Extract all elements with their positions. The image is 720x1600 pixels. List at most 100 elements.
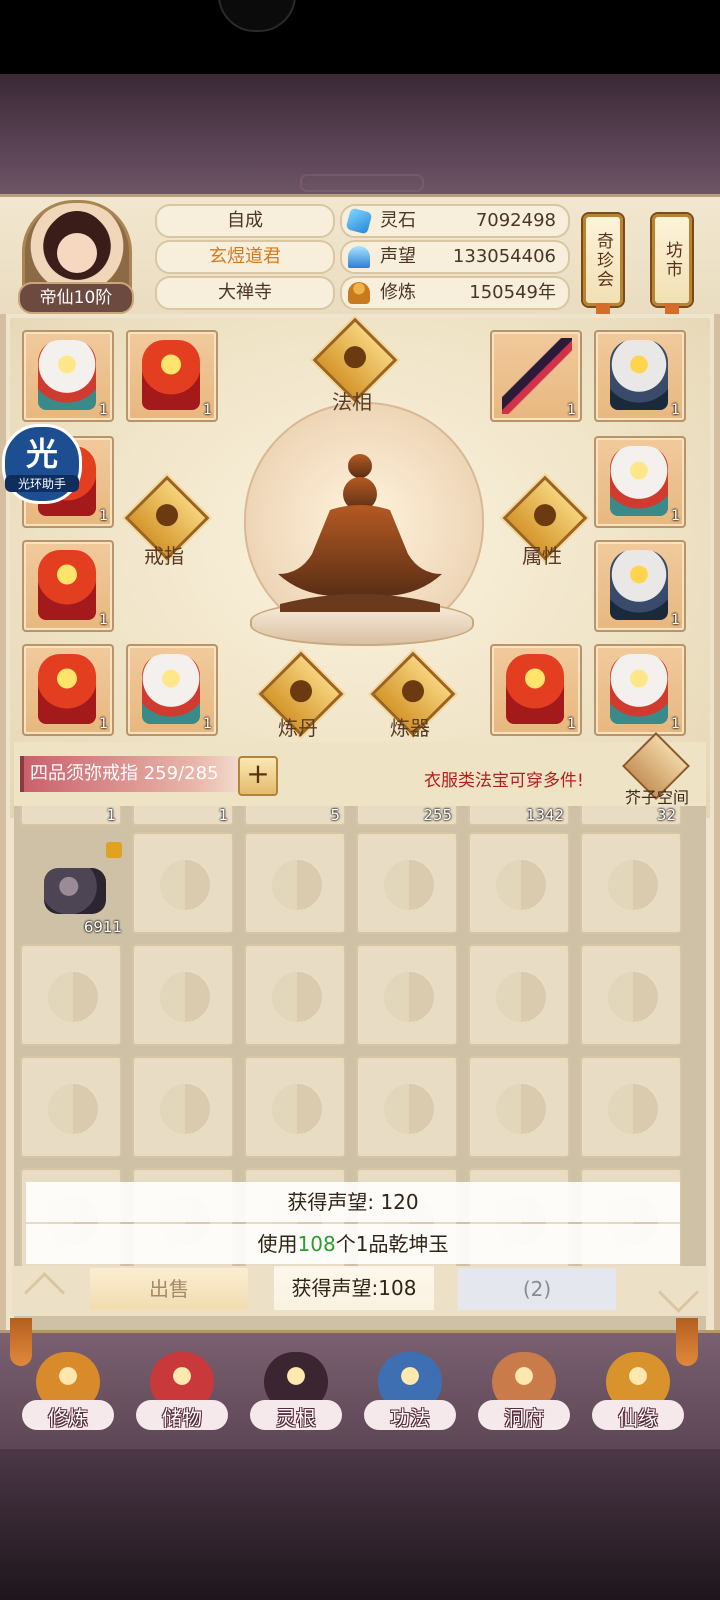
nav-item-label: 储物 — [162, 1406, 202, 1430]
yin-yang-icon — [272, 972, 322, 1022]
inventory-slot[interactable] — [356, 1056, 458, 1158]
rank-badge: 帝仙10阶 — [18, 282, 134, 314]
market-label: 坊市 — [662, 241, 682, 279]
nav-item-label: 仙缘 — [618, 1406, 658, 1430]
inventory-slot[interactable] — [580, 832, 682, 934]
ring-button[interactable]: 戒指 — [124, 475, 210, 568]
sell-button[interactable]: 出售 — [90, 1268, 248, 1310]
expand-capacity-button[interactable]: + — [238, 756, 278, 796]
equip-slot[interactable]: 1 — [22, 540, 114, 632]
inventory-slot[interactable] — [20, 944, 122, 1046]
yin-yang-icon — [384, 1084, 434, 1134]
nav-item-4[interactable]: 洞府 — [472, 1350, 576, 1442]
equip-item-art — [38, 550, 96, 620]
item-count: 255 — [423, 806, 452, 824]
yin-yang-icon — [272, 860, 322, 910]
item-qty: 1 — [567, 716, 576, 732]
nav-item-5[interactable]: 仙缘 — [586, 1350, 690, 1442]
yin-yang-icon — [608, 1084, 658, 1134]
resource-value: 150549年 — [469, 282, 556, 303]
toast-prefix: 使用 — [257, 1232, 298, 1256]
equip-slot[interactable]: 1 — [22, 330, 114, 422]
jiezi-space-label: 芥子空间 — [624, 788, 689, 807]
lock-icon — [106, 842, 122, 858]
inventory-slot[interactable] — [244, 944, 346, 1046]
item-count: 1 — [106, 806, 116, 824]
rare-market-button[interactable]: 奇珍会 — [583, 214, 623, 327]
equip-item-art — [502, 338, 572, 414]
inventory-slot[interactable] — [580, 1056, 682, 1158]
player-title[interactable]: 玄煜道君 — [155, 240, 335, 274]
inventory-slot[interactable] — [244, 832, 346, 934]
inventory-slot[interactable] — [132, 1056, 234, 1158]
nav-item-label: 洞府 — [504, 1406, 544, 1430]
equip-slot[interactable]: 1 — [22, 644, 114, 736]
inventory-slot[interactable] — [132, 832, 234, 934]
helper-badge-glyph: 光 — [25, 435, 58, 473]
equip-slot[interactable]: 1 — [594, 330, 686, 422]
nav-item-0[interactable]: 修炼 — [16, 1350, 120, 1442]
inventory-slot[interactable] — [468, 944, 570, 1046]
inventory-slot[interactable] — [356, 944, 458, 1046]
equip-slot[interactable]: 1 — [126, 330, 218, 422]
yin-yang-icon — [48, 972, 98, 1022]
equip-slot[interactable]: 1 — [594, 644, 686, 736]
nav-item-1[interactable]: 储物 — [130, 1350, 234, 1442]
inventory-slot[interactable] — [580, 944, 682, 1046]
toast-suffix: 个1品乾坤玉 — [335, 1232, 449, 1256]
inventory-slot[interactable] — [244, 1056, 346, 1158]
equip-item-art — [142, 654, 200, 724]
helper-badge-icon[interactable]: 光 光环助手 — [2, 424, 82, 504]
toast-reputation-2: 获得声望:108 — [274, 1266, 434, 1310]
cultivation-meditate-icon — [348, 282, 370, 304]
resource-value: 7092498 — [475, 210, 556, 231]
toast-number: 108 — [297, 1232, 336, 1256]
yin-yang-icon — [608, 860, 658, 910]
alchemy-button[interactable]: 炼丹 — [258, 651, 344, 744]
equip-slot[interactable]: 1 — [594, 436, 686, 528]
item-qty: 1 — [567, 402, 576, 418]
equip-item-art — [610, 550, 668, 620]
yin-yang-icon — [384, 860, 434, 910]
yin-yang-icon — [160, 1084, 210, 1134]
equip-slot[interactable]: 1 — [490, 644, 582, 736]
yin-yang-icon — [48, 1084, 98, 1134]
ring-label: 戒指 — [144, 544, 184, 568]
forge-button[interactable]: 炼器 — [370, 651, 456, 744]
nav-item-2[interactable]: 灵根 — [244, 1350, 348, 1442]
equip-notice: 衣服类法宝可穿多件! — [424, 771, 584, 791]
spirit-stone-icon — [345, 207, 373, 235]
item-qty: 1 — [99, 612, 108, 628]
player-sect[interactable]: 大禅寺 — [155, 276, 335, 310]
inventory-slot[interactable] — [356, 832, 458, 934]
player-name: 自成 — [155, 204, 335, 238]
equip-item-art — [610, 654, 668, 724]
attribute-button[interactable]: 属性 — [502, 475, 588, 568]
quantity-button[interactable]: (2) — [458, 1268, 616, 1310]
equip-item-art — [142, 340, 200, 410]
inventory-item[interactable]: 6911 — [26, 840, 126, 936]
item-qty: 1 — [671, 402, 680, 418]
item-count: 6911 — [83, 918, 122, 936]
resource-label: 灵石 — [380, 210, 416, 231]
equip-item-art — [38, 654, 96, 724]
equip-slot[interactable]: 1 — [594, 540, 686, 632]
inventory-slot[interactable] — [20, 1056, 122, 1158]
market-button[interactable]: 坊市 — [652, 214, 692, 327]
faxiang-button[interactable]: 法相 — [312, 317, 398, 414]
equip-item-art — [506, 654, 564, 724]
yin-yang-icon — [496, 1084, 546, 1134]
storage-ring-capacity: 四品须弥戒指 259/285 — [20, 756, 240, 792]
nav-item-label: 功法 — [390, 1406, 430, 1430]
item-count: 1342 — [525, 806, 564, 824]
inventory-slot[interactable] — [132, 944, 234, 1046]
equip-item-art — [610, 340, 668, 410]
nav-item-3[interactable]: 功法 — [358, 1350, 462, 1442]
equip-item-art — [610, 446, 668, 516]
equip-slot[interactable]: 1 — [126, 644, 218, 736]
equip-slot[interactable]: 1 — [490, 330, 582, 422]
jiezi-space-button[interactable]: 芥子空间 — [622, 732, 692, 812]
inventory-slot[interactable] — [468, 832, 570, 934]
item-qty: 1 — [671, 716, 680, 732]
inventory-slot[interactable] — [468, 1056, 570, 1158]
